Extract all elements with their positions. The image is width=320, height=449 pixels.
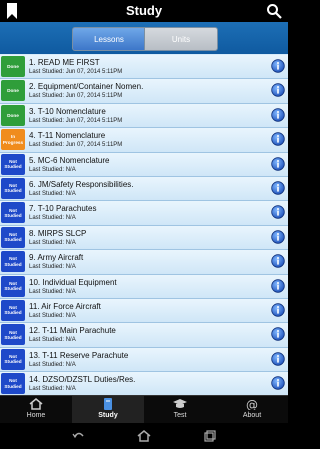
status-badge: Not Studied (1, 299, 25, 321)
status-badge: Done (1, 56, 25, 77)
system-nav-bar (0, 423, 288, 449)
lesson-title: 6. JM/Safety Responsibilities. (29, 179, 134, 189)
info-icon[interactable] (271, 156, 285, 171)
graduation-cap-icon (173, 399, 187, 408)
list-item[interactable]: Done 3. T-10 Nomenclature Last Studied: Ju… (0, 103, 288, 129)
lessons-segment[interactable]: Lessons (72, 27, 146, 51)
status-badge: Not Studied (1, 153, 25, 175)
lesson-title: 8. MIRPS SLCP (29, 228, 87, 238)
lesson-title: 9. Army Aircraft (29, 253, 84, 263)
tab-study[interactable]: Study (72, 396, 144, 424)
lesson-title: 5. MC-6 Nomenclature (29, 155, 110, 165)
last-studied: Last Studied: Jun 07, 2014 5:11PM (29, 93, 123, 100)
recent-apps-icon[interactable] (203, 429, 217, 443)
list-item[interactable]: Not Studied 6. JM/Safety Responsibilities… (0, 176, 288, 202)
info-icon[interactable] (271, 376, 285, 390)
tab-study-label: Study (98, 412, 118, 419)
last-studied: Last Studied: Jun 07, 2014 5:11PM (29, 117, 123, 124)
tab-test[interactable]: Test (144, 396, 216, 424)
info-icon[interactable] (271, 278, 285, 293)
list-item[interactable]: Done 1. READ ME FIRST Last Studied: Jun 07… (0, 55, 288, 80)
lesson-title: 2. Equipment/Container Nomen. (29, 82, 144, 92)
home-icon[interactable] (137, 429, 151, 443)
svg-text:@: @ (246, 398, 258, 410)
last-studied: Last Studied: N/A (29, 288, 76, 295)
info-icon[interactable] (271, 303, 285, 317)
list-item[interactable]: Not Studied 13. T-11 Reserve Parachute Las… (0, 347, 288, 373)
lesson-title: 11. Air Force Aircraft (29, 301, 101, 311)
info-icon[interactable] (271, 205, 285, 220)
search-icon[interactable] (266, 3, 282, 19)
list-item[interactable]: Not Studied 11. Air Force Aircraft Last St… (0, 298, 288, 324)
last-studied: Last Studied: Jun 07, 2014 5:11PM (29, 142, 123, 149)
info-icon[interactable] (271, 108, 285, 122)
lesson-title: 14. DZSO/DZSTL Duties/Res. (29, 375, 136, 385)
tab-home-label: Home (26, 412, 46, 419)
last-studied: Last Studied: N/A (29, 166, 76, 173)
info-icon[interactable] (271, 351, 285, 366)
tab-about-label: About (242, 412, 262, 419)
page-title: Study (125, 3, 163, 18)
list-item[interactable]: Done 2. Equipment/Container Nomen. Last St… (0, 79, 288, 104)
segmented-control: Lessons Units (0, 22, 288, 54)
info-icon[interactable] (271, 83, 285, 98)
status-badge: Not Studied (1, 373, 25, 395)
lesson-title: 3. T-10 Nomenclature (29, 106, 106, 116)
status-badge: Not Studied (1, 177, 25, 199)
last-studied: Last Studied: Jun 07, 2014 5:11PM (29, 69, 123, 75)
lesson-title: 10. Individual Equipment (29, 277, 117, 287)
info-icon[interactable] (271, 327, 285, 341)
units-segment[interactable]: Units (144, 27, 218, 51)
status-badge: Not Studied (1, 324, 25, 346)
tab-test-label: Test (173, 412, 187, 419)
lesson-title: 7. T-10 Parachutes (29, 204, 97, 214)
home-icon (29, 398, 43, 410)
content-area: Lessons Units Done 1. READ ME FIRST Last S… (0, 22, 288, 395)
last-studied: Last Studied: N/A (29, 337, 76, 344)
last-studied: Last Studied: N/A (29, 264, 76, 271)
lesson-title: 1. READ ME FIRST (29, 58, 100, 67)
info-icon[interactable] (271, 59, 285, 73)
bottom-tab-bar: Home Study Test @ About (0, 395, 288, 424)
app-header: Study (0, 0, 288, 22)
info-icon[interactable] (271, 254, 285, 268)
last-studied: Last Studied: N/A (29, 312, 76, 319)
info-icon[interactable] (271, 181, 285, 195)
list-item[interactable]: Not Studied 8. MIRPS SLCP Last Studied: N/… (0, 225, 288, 251)
lesson-title: 4. T-11 Nomenclature (29, 131, 106, 141)
status-badge: Done (1, 80, 25, 102)
status-badge: Not Studied (1, 202, 25, 224)
list-item[interactable]: Not Studied 7. T-10 Parachutes Last Studie… (0, 201, 288, 226)
book-icon (104, 398, 112, 410)
status-badge: Not Studied (1, 226, 25, 248)
list-item[interactable]: In Progress 4. T-11 Nomenclature Last Stud… (0, 128, 288, 153)
last-studied: Last Studied: N/A (29, 386, 76, 393)
last-studied: Last Studied: N/A (29, 239, 76, 246)
status-badge: Done (1, 104, 25, 126)
last-studied: Last Studied: N/A (29, 215, 76, 222)
at-icon: @ (246, 398, 258, 410)
list-item[interactable]: Not Studied 14. DZSO/DZSTL Duties/Res. Las… (0, 372, 288, 395)
lesson-title: 12. T-11 Main Parachute (29, 326, 116, 336)
list-item[interactable]: Not Studied 9. Army Aircraft Last Studied:… (0, 250, 288, 275)
last-studied: Last Studied: N/A (29, 361, 76, 368)
list-item[interactable]: Not Studied 5. MC-6 Nomenclature Last Stud… (0, 152, 288, 177)
info-icon[interactable] (271, 132, 285, 146)
list-item[interactable]: Not Studied 10. Individual Equipment Last … (0, 274, 288, 299)
back-icon[interactable] (72, 429, 86, 443)
status-badge: Not Studied (1, 251, 25, 273)
status-badge: In Progress (1, 129, 25, 151)
lesson-title: 13. T-11 Reserve Parachute (29, 350, 129, 360)
list-item[interactable]: Not Studied 12. T-11 Main Parachute Last S… (0, 323, 288, 348)
lesson-list: Done 1. READ ME FIRST Last Studied: Jun 07… (0, 55, 288, 395)
status-badge: Not Studied (1, 348, 25, 370)
last-studied: Last Studied: N/A (29, 190, 76, 197)
tab-about[interactable]: @ About (216, 396, 288, 424)
tab-home[interactable]: Home (0, 396, 72, 424)
status-badge: Not Studied (1, 275, 25, 297)
info-icon[interactable] (271, 230, 285, 244)
